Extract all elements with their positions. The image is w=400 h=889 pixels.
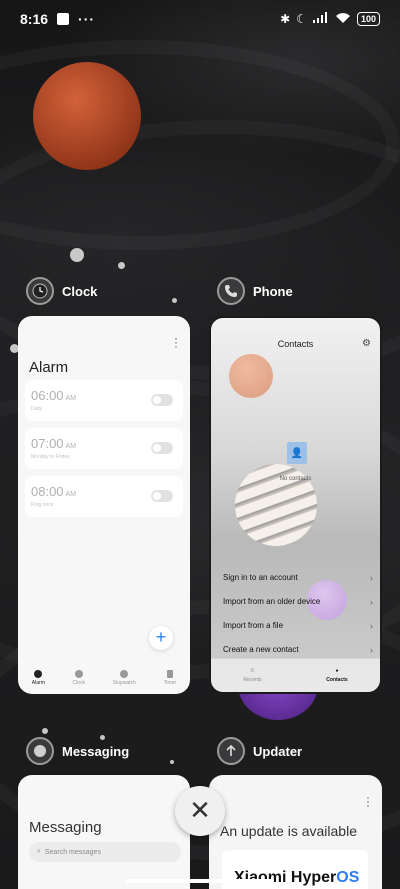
tab-label: Recents [243,677,262,683]
battery-icon: 100 [356,12,380,26]
phone-app-icon[interactable] [217,277,245,305]
item-label: Sign in to an account [223,573,298,582]
alarm-repeat: Ring once [31,502,54,508]
bluetooth-icon: ✱ [280,12,291,26]
chevron-right-icon: › [370,645,373,655]
phone-tab-bar: ✆ Recents ● Contacts [211,658,380,692]
clock-icon [74,670,83,678]
alarm-repeat: Daily [31,406,43,412]
messaging-app-card[interactable]: Messaging ⌕ Search messages [18,775,190,889]
more-notifications-icon: ··· [78,11,96,27]
notification-icon [57,13,70,25]
more-options-icon[interactable]: · · · [366,791,370,811]
chevron-right-icon: › [370,597,373,607]
alarm-item[interactable]: 06:00 AM Daily [25,380,183,421]
wallpaper-star [42,728,48,734]
tab-stopwatch[interactable]: Stopwatch [113,670,136,686]
wallpaper-star [170,760,174,764]
tab-label: Alarm [31,680,45,686]
contacts-icon: 👤 [287,442,307,464]
alarm-ampm: AM [65,443,77,450]
clock-app-card[interactable]: · · · Alarm 06:00 AM Daily 07:00 AM Monday t… [18,316,190,694]
alarm-ampm: AM [65,491,77,498]
chevron-right-icon: › [370,573,373,583]
alarm-time: 06:00 [31,388,64,403]
wallpaper-planet [33,62,141,170]
updater-app-icon[interactable] [217,737,245,765]
wallpaper-star [118,262,125,269]
tab-timer[interactable]: Timer [163,670,177,686]
more-options-icon[interactable]: · · · [174,332,178,352]
screen-title: An update is available [220,823,357,839]
phone-app-card[interactable]: Contacts ⚙ 👤 No contacts Sign in to an a… [209,316,382,694]
alarm-toggle[interactable] [151,490,173,502]
wallpaper-planet [229,354,273,398]
import-file-item[interactable]: Import from a file › [223,621,373,631]
brand-text: Xiaomi Hyper [234,869,337,886]
app-name-updater: Updater [253,743,303,759]
tab-label: Timer [163,680,177,686]
item-label: Import from an older device [223,597,321,606]
tab-recents[interactable]: ✆ Recents [243,668,261,683]
screen-title: Contacts [277,339,314,349]
app-name-clock: Clock [62,283,98,299]
screen-title: Messaging [29,819,102,836]
app-header-clock[interactable]: Clock [26,277,97,305]
alarm-item[interactable]: 07:00 AM Monday to Friday [25,428,183,469]
alarm-ampm: AM [65,395,77,402]
alarm-toggle[interactable] [151,442,173,454]
tab-contacts[interactable]: ● Contacts [326,668,347,683]
tab-clock[interactable]: Clock [72,670,85,686]
app-header-updater[interactable]: Updater [217,737,302,765]
alarm-repeat: Monday to Friday [31,454,70,460]
signal-icon [312,12,329,26]
import-older-device-item[interactable]: Import from an older device › [223,597,373,607]
wifi-icon [335,12,351,27]
clock-tab-bar: Alarm Clock Stopwatch Timer [18,662,190,694]
status-time: 8:16 [20,11,49,27]
app-header-phone[interactable]: Phone [217,277,293,305]
search-input[interactable]: ⌕ Search messages [29,842,181,862]
alarm-time: 08:00 [31,484,64,499]
sign-in-account-item[interactable]: Sign in to an account › [223,573,373,583]
tab-alarm[interactable]: Alarm [32,670,45,686]
alarm-icon [34,670,43,678]
hourglass-icon [166,670,173,678]
app-header-messaging[interactable]: Messaging [26,737,129,765]
brand-os-text: OS [336,869,360,886]
wallpaper-star [172,298,177,303]
home-indicator[interactable] [126,879,274,883]
create-contact-item[interactable]: Create a new contact › [223,645,373,655]
screen-title: Alarm [29,359,69,376]
item-label: Create a new contact [223,645,299,654]
moon-icon: ☾ [296,12,307,26]
item-label: Import from a file [223,621,284,630]
app-name-messaging: Messaging [62,743,130,759]
empty-state: No contacts [279,476,312,482]
search-placeholder: Search messages [44,848,101,856]
tab-label: Contacts [326,677,348,683]
person-icon: ● [335,668,339,674]
wallpaper-star [70,248,84,262]
alarm-item[interactable]: 08:00 AM Ring once [25,476,183,517]
alarm-time: 07:00 [31,436,64,451]
alarm-toggle[interactable] [151,394,173,406]
tab-label: Clock [72,680,85,686]
gear-icon[interactable]: ⚙ [362,338,371,349]
app-name-phone: Phone [253,283,293,299]
chevron-right-icon: › [370,621,373,631]
stopwatch-icon [120,670,129,678]
messaging-app-icon[interactable] [26,737,54,765]
clock-app-icon[interactable] [26,277,54,305]
add-alarm-button[interactable]: + [149,626,173,650]
phone-icon: ✆ [250,668,255,674]
tab-label: Stopwatch [112,680,136,686]
hyperos-logo: Xiaomi HyperOS [234,869,359,887]
status-bar: 8:16 ··· ✱ ☾ 100 [0,0,400,38]
search-icon: ⌕ [37,848,41,855]
clear-all-button[interactable]: ✕ [175,786,225,836]
